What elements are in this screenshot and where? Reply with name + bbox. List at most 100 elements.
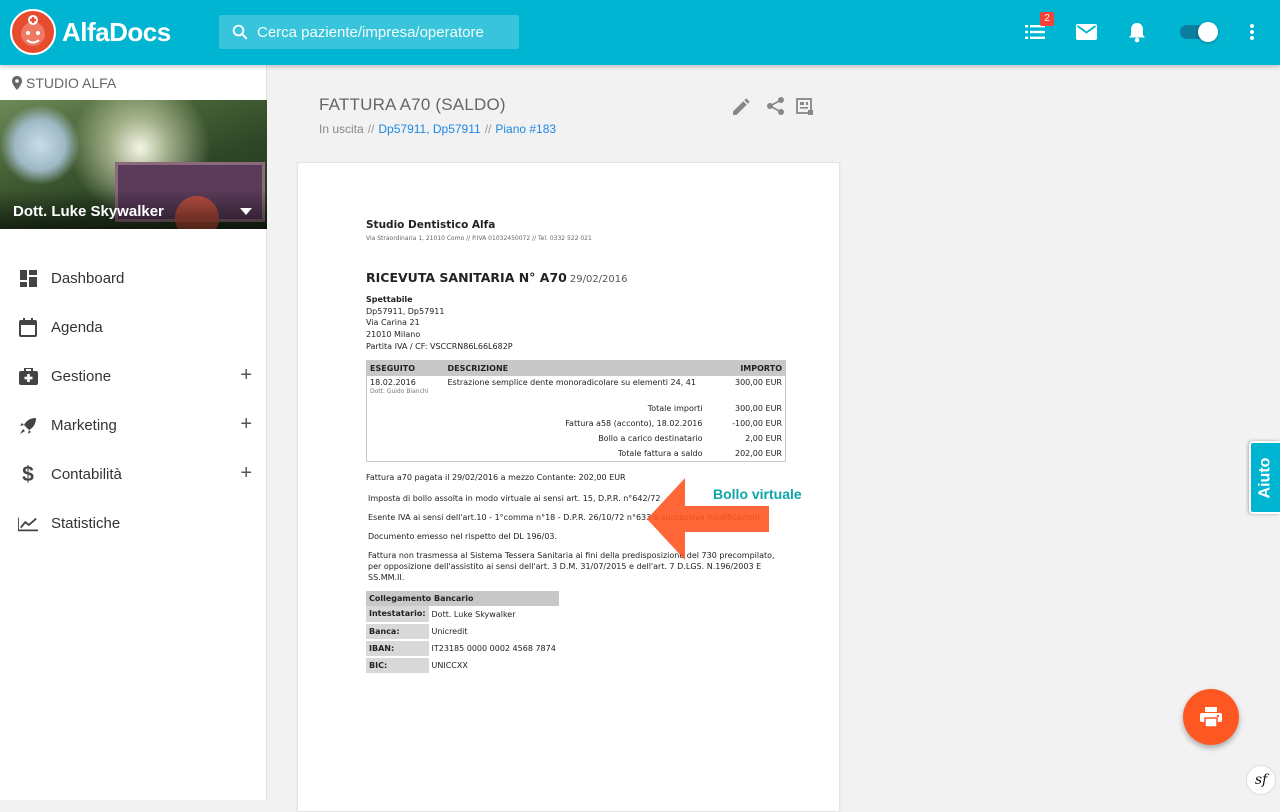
row-date: 18.02.2016 — [370, 377, 416, 387]
bank-value: Unicredit — [431, 626, 468, 636]
company-address: Via Straordinaria 1, 21010 Como // P.IVA… — [366, 235, 592, 242]
sidebar-item-agenda[interactable]: Agenda — [0, 303, 266, 352]
recipient-line: Via Carina 21 — [366, 318, 420, 328]
studio-selector[interactable]: STUDIO ALFA — [0, 65, 266, 100]
recipient-line: Partita IVA / CF: VSCCRN86L66L682P — [366, 341, 513, 351]
receipt-date: 29/02/2016 — [569, 274, 628, 285]
row-amount: 300,00 EUR — [734, 377, 782, 387]
tasks-button[interactable]: 2 — [1024, 12, 1054, 44]
patient-link[interactable]: Dp57911, Dp57911 — [378, 122, 480, 136]
bank-details-table: Collegamento Bancario Intestatario: Dott… — [366, 590, 559, 675]
invoice-items-table: ESEGUITO DESCRIZIONE IMPORTO 18.02.2016 D… — [366, 359, 786, 462]
user-name: Dott. Luke Skywalker — [13, 203, 164, 220]
notifications-button[interactable] — [1127, 20, 1147, 44]
bank-value: UNICCXX — [431, 660, 468, 670]
expand-plus-icon[interactable]: + — [240, 365, 252, 385]
sidebar-item-gestione[interactable]: Gestione + — [0, 352, 266, 401]
company-name: Studio Dentistico Alfa — [366, 219, 496, 231]
bank-title: Collegamento Bancario — [366, 590, 559, 606]
sidebar-item-contabilita[interactable]: $ Contabilità + — [0, 450, 266, 499]
lion-logo-icon — [10, 9, 56, 55]
sidebar-item-label: Dashboard — [51, 270, 125, 287]
user-profile-card[interactable]: Dott. Luke Skywalker — [0, 100, 267, 229]
summary-row: Bollo a carico destinatario 2,00 EUR — [367, 431, 786, 446]
share-button[interactable] — [765, 96, 785, 116]
edit-button[interactable] — [731, 96, 751, 116]
sidebar-item-label: Statistiche — [51, 515, 121, 532]
more-menu-button[interactable] — [1244, 20, 1260, 44]
row-date-cell: 18.02.2016 Dott. Guido Bianchi — [367, 376, 445, 397]
toggle-knob — [1198, 22, 1218, 42]
bank-key: Intestatario: — [366, 605, 429, 624]
caret-down-icon[interactable] — [240, 208, 252, 215]
rocket-icon — [18, 416, 38, 436]
sidebar-item-marketing[interactable]: Marketing + — [0, 401, 266, 450]
mail-icon — [1075, 24, 1097, 40]
page-title: FATTURA A70 (SALDO) — [319, 95, 506, 114]
sidebar-item-label: Marketing — [51, 417, 117, 434]
table-row: BIC: UNICCXX — [366, 656, 559, 675]
bank-value: IT23185 0000 0002 4568 7874 — [431, 643, 556, 653]
app-name: AlfaDocs — [62, 16, 171, 47]
summary-value: -100,00 EUR — [732, 418, 782, 428]
summary-label: Fattura a58 (acconto), 18.02.2016 — [565, 418, 703, 428]
summary-value: 202,00 EUR — [734, 448, 782, 458]
row-doctor: Dott. Guido Bianchi — [370, 387, 429, 395]
symfony-debug-badge[interactable]: sf — [1246, 765, 1276, 795]
sidebar-item-label: Gestione — [51, 368, 112, 385]
sidebar: STUDIO ALFA Dott. Luke Skywalker Dashboa… — [0, 65, 267, 800]
table-row: Banca: Unicredit — [366, 622, 559, 641]
table-row: 18.02.2016 Dott. Guido Bianchi Estrazione… — [367, 376, 786, 397]
export-button[interactable] — [795, 96, 815, 116]
annotation-label: Bollo virtuale — [713, 486, 802, 502]
summary-label: Totale importi — [647, 403, 703, 413]
search-icon — [232, 24, 248, 40]
calendar-icon — [18, 318, 38, 338]
meta-status: In uscita — [319, 122, 364, 136]
breadcrumb: In uscita//Dp57911, Dp57911//Piano #183 — [319, 122, 556, 136]
separator: // — [367, 122, 375, 136]
table-row: IBAN: IT23185 0000 0002 4568 7874 — [366, 639, 559, 658]
print-button[interactable] — [1183, 689, 1239, 745]
top-bar: AlfaDocs 2 — [0, 0, 1280, 65]
app-logo[interactable]: AlfaDocs — [10, 9, 171, 55]
share-icon — [766, 97, 784, 115]
sidebar-item-statistiche[interactable]: Statistiche — [0, 499, 266, 548]
search-input[interactable] — [257, 23, 507, 41]
map-marker-icon — [12, 75, 22, 90]
mail-button[interactable] — [1075, 20, 1097, 44]
table-header-row: ESEGUITO DESCRIZIONE IMPORTO — [366, 360, 786, 376]
separator: // — [484, 122, 492, 136]
summary-row: Fattura a58 (acconto), 18.02.2016 -100,0… — [367, 416, 786, 431]
tasks-badge: 2 — [1040, 12, 1054, 26]
more-vert-icon — [1250, 24, 1254, 40]
print-icon — [1200, 707, 1222, 727]
expand-plus-icon[interactable]: + — [240, 414, 252, 434]
help-tab[interactable]: Aiuto — [1249, 441, 1280, 514]
edit-icon — [732, 97, 750, 115]
search-box[interactable] — [219, 15, 519, 49]
summary-row: Totale fattura a saldo 202,00 EUR — [367, 446, 786, 462]
export-icon — [796, 97, 813, 115]
recipient-line: 21010 Milano — [366, 330, 421, 340]
dollar-icon: $ — [22, 462, 34, 486]
summary-label: Bollo a carico destinatario — [598, 433, 703, 443]
recipient-block: Spettabile Dp57911, Dp57911 Via Carina 2… — [366, 294, 786, 353]
sidebar-item-dashboard[interactable]: Dashboard — [0, 254, 266, 303]
help-label: Aiuto — [1256, 457, 1274, 498]
toggle-switch[interactable] — [1180, 22, 1218, 42]
receipt-title: RICEVUTA SANITARIA N° A70 29/02/2016 — [366, 270, 786, 285]
plan-link[interactable]: Piano #183 — [495, 122, 556, 136]
studio-name: STUDIO ALFA — [26, 74, 117, 91]
sidebar-item-label: Agenda — [51, 319, 103, 336]
invoice-document: Studio Dentistico Alfa Via Straordinaria… — [366, 219, 786, 675]
dashboard-icon — [18, 269, 38, 289]
bank-key: Banca: — [366, 622, 429, 641]
bank-value: Dott. Luke Skywalker — [431, 609, 516, 619]
summary-row: Totale importi 300,00 EUR — [367, 401, 786, 416]
row-description: Estrazione semplice dente monoradicolare… — [447, 377, 696, 387]
recipient-label: Spettabile — [366, 295, 413, 304]
expand-plus-icon[interactable]: + — [240, 463, 252, 483]
summary-label: Totale fattura a saldo — [617, 448, 703, 458]
column-header: IMPORTO — [705, 360, 786, 376]
